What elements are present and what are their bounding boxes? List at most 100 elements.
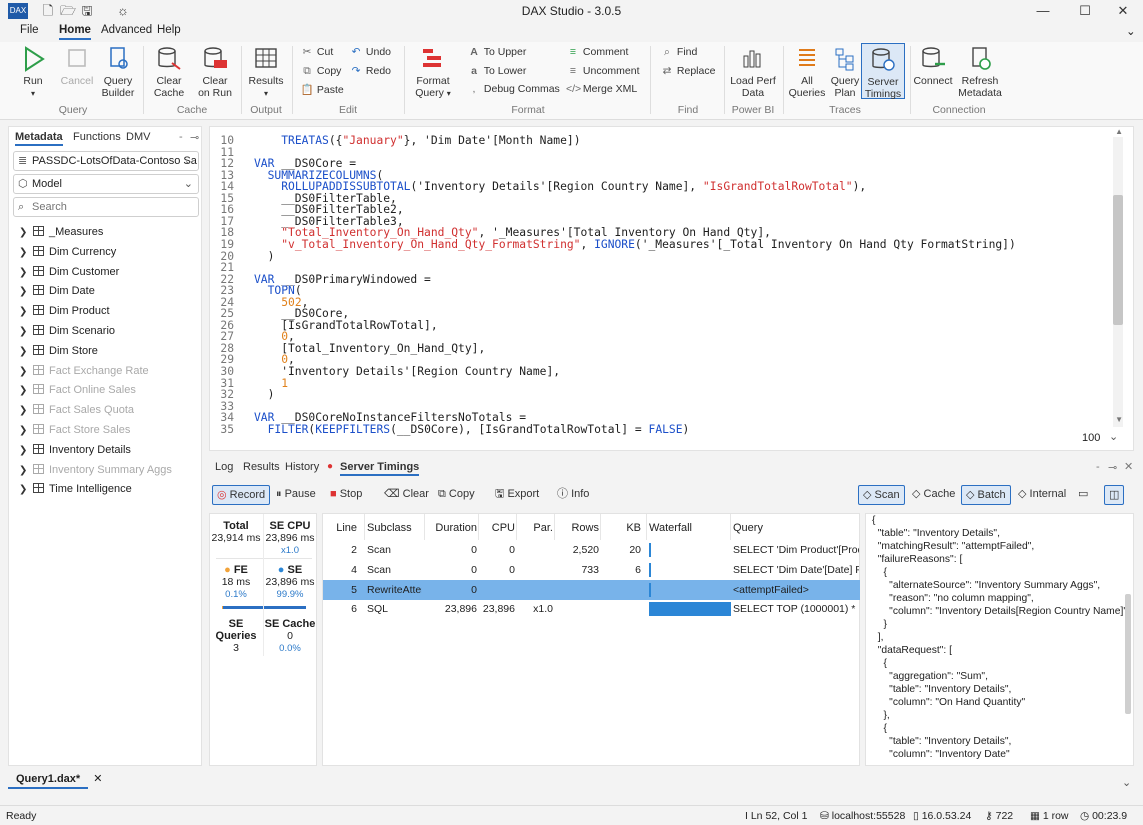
tab-results[interactable]: Results xyxy=(243,461,280,473)
document-tab[interactable]: Query1.dax* ✕ xyxy=(8,772,102,792)
menu-file[interactable]: File xyxy=(20,24,39,36)
pin-icon[interactable]: ⊸ xyxy=(1108,461,1117,474)
table-tree-item[interactable]: ❯ Dim Customer xyxy=(19,263,119,281)
copy-button[interactable]: ⧉ Copy xyxy=(300,65,341,78)
table-row[interactable]: 6 SQL 23,896 23,896 x1.0 SELECT TOP (1000001)… xyxy=(323,599,860,619)
server-timings-button[interactable]: Server Timings xyxy=(861,43,905,100)
tab-log[interactable]: Log xyxy=(215,461,233,473)
chevron-right-icon[interactable]: ❯ xyxy=(19,303,33,321)
code-line[interactable]: 30 'Inventory Details'[Region Country Na… xyxy=(210,366,560,378)
chevron-right-icon[interactable]: ❯ xyxy=(19,363,33,381)
debug-commas-button[interactable]: , Debug Commas xyxy=(467,83,560,95)
zoom-level[interactable]: 100 xyxy=(1082,432,1100,444)
panel-minimize-icon[interactable]: - xyxy=(179,131,183,143)
column-divider[interactable] xyxy=(516,514,517,540)
column-header[interactable]: Subclass xyxy=(367,522,422,534)
table-tree-item[interactable]: ❯ Dim Product xyxy=(19,302,110,320)
more-tabs-icon[interactable]: ⌄ xyxy=(1122,776,1131,789)
table-tree-item[interactable]: ❯ Fact Exchange Rate xyxy=(19,362,149,380)
cancel-button[interactable]: Cancel xyxy=(58,46,96,87)
close-panel-icon[interactable]: ✕ xyxy=(1124,460,1133,473)
to-upper-button[interactable]: A To Upper xyxy=(467,46,526,58)
connect-button[interactable]: Connect xyxy=(913,46,953,87)
cache-filter-button[interactable]: ◇ Cache xyxy=(908,485,959,505)
editor-scrollbar-thumb[interactable] xyxy=(1113,195,1123,325)
search-box[interactable]: ⌕ xyxy=(13,197,199,217)
pin-icon[interactable]: ⊸ xyxy=(190,131,199,144)
model-select[interactable]: ⬡ Model ⌄ xyxy=(13,174,199,194)
minimize-icon[interactable]: — xyxy=(1020,0,1066,22)
column-header[interactable]: Duration xyxy=(427,522,477,534)
paste-button[interactable]: 📋 Paste xyxy=(300,83,343,96)
code-line[interactable]: 26 [IsGrandTotalRowTotal], xyxy=(210,320,437,332)
database-select[interactable]: ≣ PASSDC-LotsOfData-Contoso Sa ⌄ xyxy=(13,151,199,171)
merge-xml-button[interactable]: </> Merge XML xyxy=(566,83,637,95)
format-query-button[interactable]: Format Query ▾ xyxy=(412,46,454,100)
tab-functions[interactable]: Functions xyxy=(73,131,121,143)
undo-button[interactable]: ↶ Undo xyxy=(349,46,391,58)
tab-metadata[interactable]: Metadata xyxy=(15,131,63,146)
search-input[interactable] xyxy=(32,201,182,213)
table-row[interactable]: 4 Scan 0 0 733 6 SELECT 'Dim Date'[Date] F xyxy=(323,560,860,580)
refresh-metadata-button[interactable]: Refresh Metadata xyxy=(957,46,1003,99)
column-header[interactable]: Rows xyxy=(557,522,599,534)
column-divider[interactable] xyxy=(646,514,647,540)
chevron-right-icon[interactable]: ❯ xyxy=(19,442,33,460)
ribbon-collapse-icon[interactable]: ⌄ xyxy=(1126,24,1136,38)
close-window-icon[interactable]: ✕ xyxy=(1100,0,1143,22)
chevron-right-icon[interactable]: ❯ xyxy=(19,283,33,301)
chevron-right-icon[interactable]: ❯ xyxy=(19,323,33,341)
internal-filter-button[interactable]: ◇ Internal xyxy=(1014,485,1070,505)
code-line[interactable]: 14 ROLLUPADDISSUBTOTAL('Inventory Detail… xyxy=(210,181,866,193)
layout-vertical-button[interactable]: ◫ xyxy=(1104,485,1125,505)
chevron-right-icon[interactable]: ❯ xyxy=(19,481,33,499)
table-tree-item[interactable]: ❯ Dim Date xyxy=(19,282,95,300)
run-button[interactable]: Run ▾ xyxy=(14,46,52,100)
table-tree-item[interactable]: ❯ _Measures xyxy=(19,223,103,241)
record-button[interactable]: ◎ Record xyxy=(212,485,271,505)
copy-timings-button[interactable]: ⧉ Copy xyxy=(434,485,479,505)
batch-filter-button[interactable]: ◇ Batch xyxy=(961,485,1011,505)
menu-help[interactable]: Help xyxy=(157,24,181,36)
scan-filter-button[interactable]: ◇ Scan xyxy=(858,485,905,505)
chevron-right-icon[interactable]: ❯ xyxy=(19,462,33,480)
table-tree-item[interactable]: ❯ Fact Sales Quota xyxy=(19,401,134,419)
timings-grid[interactable]: Line Subclass Duration CPU Par. Rows KB Waterfa… xyxy=(322,513,860,766)
chevron-right-icon[interactable]: ❯ xyxy=(19,343,33,361)
cut-button[interactable]: ✂ Cut xyxy=(300,46,334,58)
redo-button[interactable]: ↷ Redo xyxy=(349,65,391,77)
table-tree-item[interactable]: ❯ Fact Store Sales xyxy=(19,421,130,439)
clear-cache-button[interactable]: Clear Cache xyxy=(150,46,188,99)
column-divider[interactable] xyxy=(554,514,555,540)
column-divider[interactable] xyxy=(364,514,365,540)
export-button[interactable]: 🖫 Export xyxy=(491,485,543,505)
column-header[interactable]: KB xyxy=(603,522,641,534)
table-tree-item[interactable]: ❯ Time Intelligence xyxy=(19,480,132,498)
load-perf-data-button[interactable]: Load Perf Data xyxy=(729,46,777,99)
code-line[interactable]: 32 ) xyxy=(210,389,274,401)
menu-advanced[interactable]: Advanced xyxy=(101,24,152,36)
panel-minimize-icon[interactable]: - xyxy=(1096,461,1100,473)
column-header[interactable]: Query xyxy=(733,522,859,534)
info-button[interactable]: ⓘ Info xyxy=(553,485,593,505)
column-divider[interactable] xyxy=(600,514,601,540)
code-line[interactable]: 22 VAR __DS0PrimaryWindowed = xyxy=(210,273,430,286)
stop-button[interactable]: ■ Stop xyxy=(326,485,366,505)
table-row[interactable]: 5 RewriteAttempted 0 <attemptFailed> xyxy=(323,579,860,600)
zoom-chevron-icon[interactable]: ⌄ xyxy=(1109,430,1118,443)
column-header[interactable]: Line xyxy=(327,522,357,534)
code-line[interactable]: 21 xyxy=(210,262,254,274)
query-details-panel[interactable]: { "table": "Inventory Details", "matchin… xyxy=(865,513,1134,766)
tab-history[interactable]: History xyxy=(285,461,319,473)
menu-home[interactable]: Home xyxy=(59,24,91,40)
document-tab-label[interactable]: Query1.dax* xyxy=(8,773,89,789)
table-tree-item[interactable]: ❯ Fact Online Sales xyxy=(19,381,136,399)
code-line[interactable]: 28 [Total_Inventory_On_Hand_Qty], xyxy=(210,343,485,355)
chevron-right-icon[interactable]: ❯ xyxy=(19,402,33,420)
table-tree-item[interactable]: ❯ Dim Scenario xyxy=(19,322,115,340)
layout-horizontal-button[interactable]: ▭ xyxy=(1074,485,1092,505)
table-tree-item[interactable]: ❯ Inventory Details xyxy=(19,441,131,459)
pause-button[interactable]: ⏸ Pause xyxy=(272,485,320,505)
details-scrollbar-thumb[interactable] xyxy=(1125,594,1131,714)
query-editor[interactable]: 10 TREATAS({"January"}, 'Dim Date'[Month… xyxy=(209,126,1134,451)
